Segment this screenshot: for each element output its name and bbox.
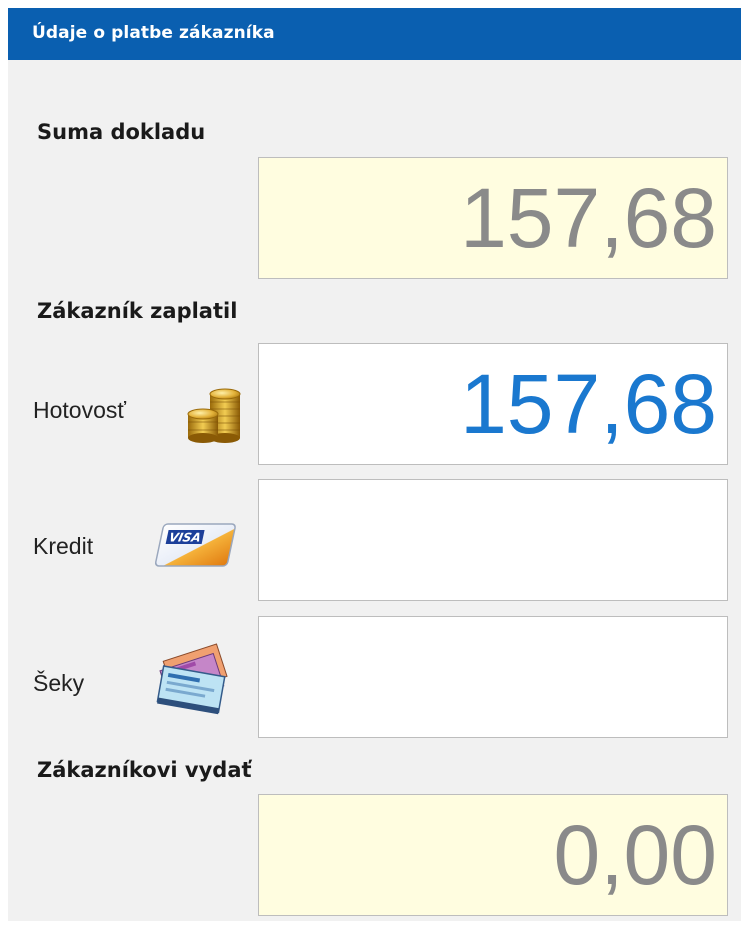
payment-panel: Údaje o platbe zákazníka Suma dokladu 15… [8, 8, 741, 921]
change-due-field: 0,00 [258, 794, 728, 916]
receipt-total-label: Suma dokladu [37, 120, 206, 144]
credit-card-icon: VISA [150, 514, 240, 579]
cash-amount-input[interactable] [258, 343, 728, 465]
checks-label: Šeky [33, 670, 85, 696]
panel-header: Údaje o platbe zákazníka [8, 8, 741, 60]
receipt-total-field: 157,68 [258, 157, 728, 279]
panel-title: Údaje o platbe zákazníka [32, 23, 275, 43]
coins-icon [180, 384, 244, 451]
checks-amount-input[interactable] [258, 616, 728, 738]
checks-icon [150, 634, 242, 727]
customer-paid-label: Zákazník zaplatil [37, 299, 238, 323]
change-due-label: Zákazníkovi vydať [37, 758, 252, 782]
credit-amount-input[interactable] [258, 479, 728, 601]
svg-text:VISA: VISA [168, 531, 203, 545]
credit-label: Kredit [33, 533, 94, 559]
cash-label: Hotovosť [33, 397, 126, 423]
